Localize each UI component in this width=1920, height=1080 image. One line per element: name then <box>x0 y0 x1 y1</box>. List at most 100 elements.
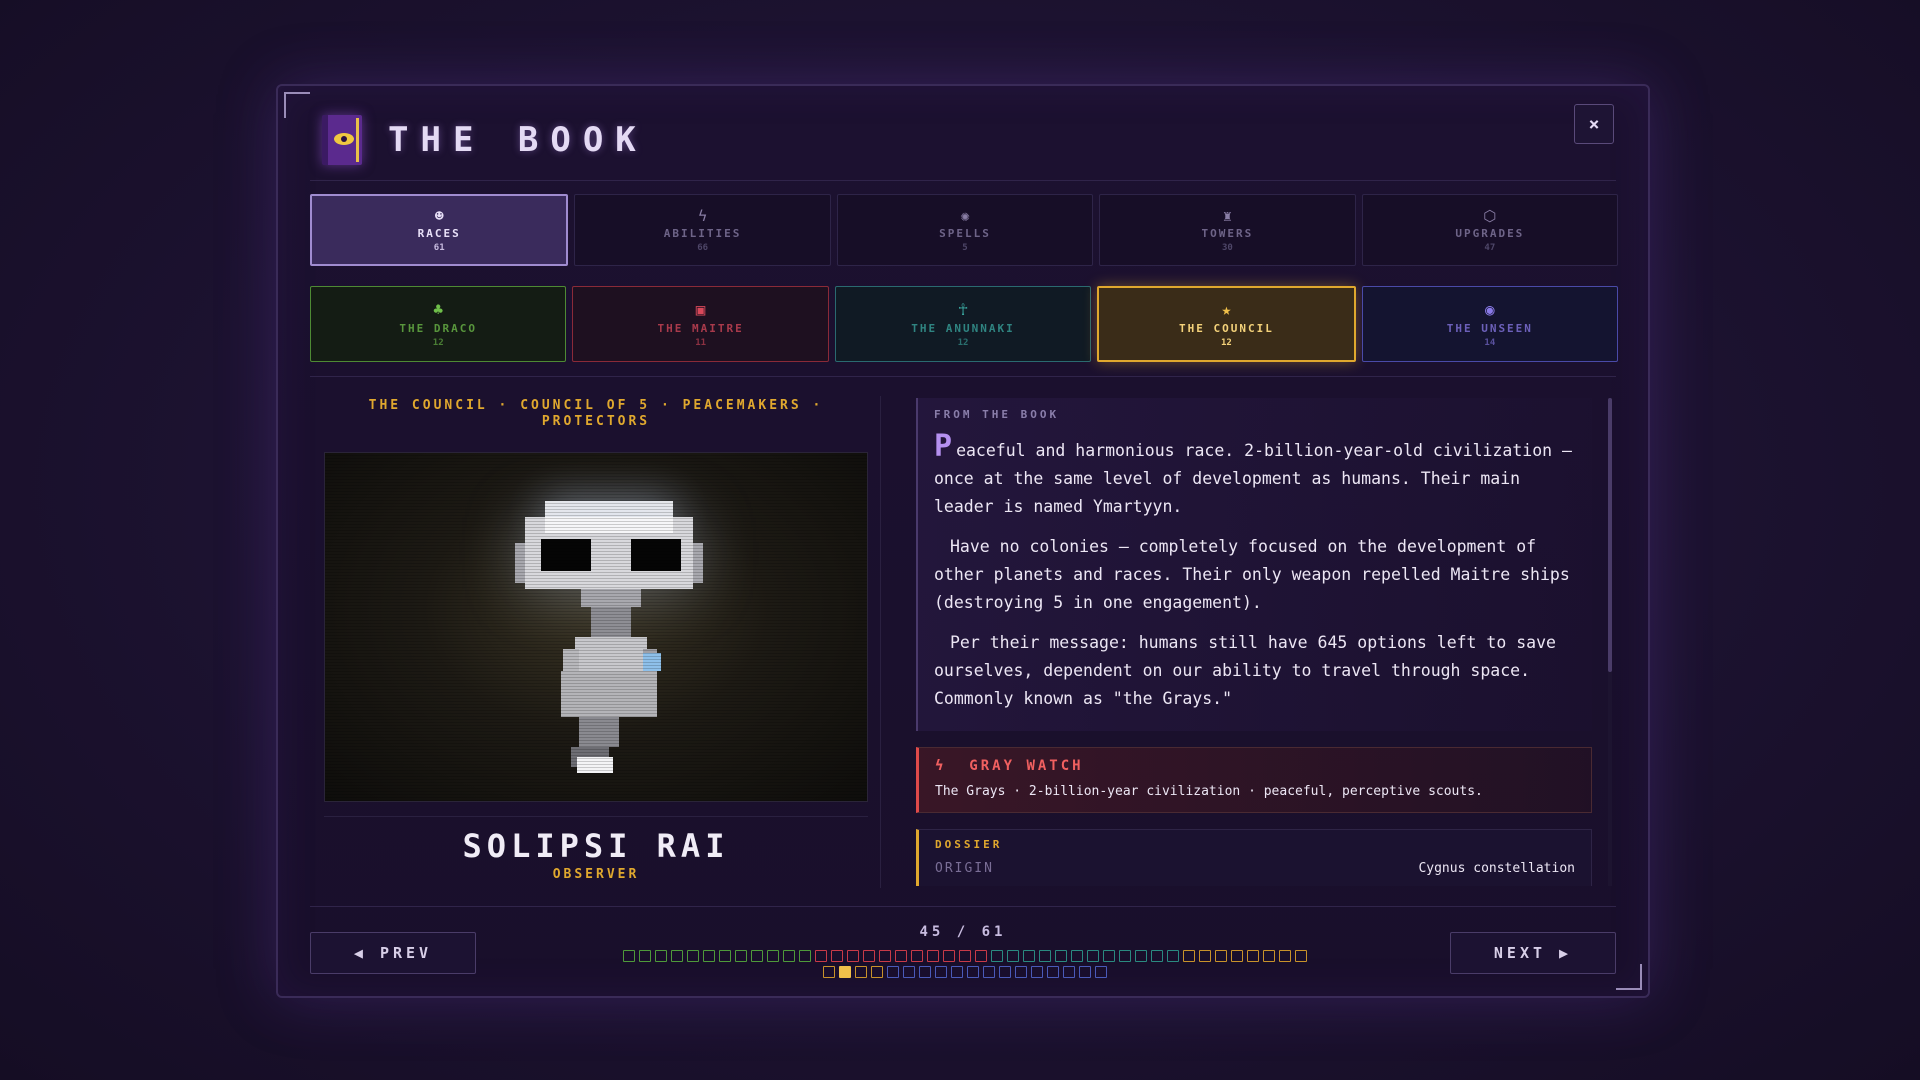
page-dot[interactable] <box>847 950 859 962</box>
book-modal: THE BOOK × ☻ RACES 61 ϟ ABILITIES 66 ✺ S… <box>276 84 1650 998</box>
page-dot[interactable] <box>927 950 939 962</box>
page-dot[interactable] <box>1263 950 1275 962</box>
page-dot[interactable] <box>959 950 971 962</box>
dossier-card: DOSSIER ORIGIN Cygnus constellation <box>916 829 1592 886</box>
page-dot[interactable] <box>1295 950 1307 962</box>
unseen-eye-icon: ◉ <box>1485 299 1495 319</box>
tab-label: SPELLS <box>939 226 991 240</box>
faction-council[interactable]: ★ THE COUNCIL 12 <box>1097 286 1356 362</box>
faction-count: 14 <box>1484 337 1496 348</box>
page-dot[interactable] <box>991 950 1003 962</box>
page-dot[interactable] <box>1015 966 1027 978</box>
page-dot[interactable] <box>1007 950 1019 962</box>
faction-label: THE MAITRE <box>657 321 744 335</box>
page-dot[interactable] <box>1055 950 1067 962</box>
next-button[interactable]: NEXT ▶ <box>1450 932 1616 974</box>
gem-icon: ⬡ <box>1483 206 1497 225</box>
page-dot[interactable] <box>1087 950 1099 962</box>
page-dot[interactable] <box>967 966 979 978</box>
page-dot[interactable] <box>879 950 891 962</box>
page-dot[interactable] <box>1063 966 1075 978</box>
page-dot[interactable] <box>999 966 1011 978</box>
page-dot[interactable] <box>1215 950 1227 962</box>
page-dot[interactable] <box>639 950 651 962</box>
dossier-value: Cygnus constellation <box>1418 861 1575 876</box>
details-panel[interactable]: FROM THE BOOK Peaceful and harmonious ra… <box>916 398 1592 886</box>
page-dot[interactable] <box>1135 950 1147 962</box>
faction-draco[interactable]: ♣ THE DRACO 12 <box>310 286 567 362</box>
faction-label: THE DRACO <box>399 321 477 335</box>
page-dot-current[interactable] <box>839 966 851 978</box>
faction-anunnaki[interactable]: ☥ THE ANUNNAKI 12 <box>834 286 1092 362</box>
page-dot[interactable] <box>767 950 779 962</box>
page-dot[interactable] <box>671 950 683 962</box>
page-dot[interactable] <box>1231 950 1243 962</box>
character-subtitle: THE COUNCIL · COUNCIL OF 5 · PEACEMAKERS… <box>368 398 824 429</box>
tab-upgrades[interactable]: ⬡ UPGRADES 47 <box>1361 194 1619 266</box>
page-dot[interactable] <box>975 950 987 962</box>
page-dot[interactable] <box>983 966 995 978</box>
tab-abilities[interactable]: ϟ ABILITIES 66 <box>574 194 831 266</box>
tab-label: UPGRADES <box>1455 226 1525 240</box>
page-dot[interactable] <box>655 950 667 962</box>
page-dot[interactable] <box>903 966 915 978</box>
tab-label: RACES <box>417 226 461 240</box>
faction-unseen[interactable]: ◉ THE UNSEEN 14 <box>1361 286 1619 362</box>
page-dot[interactable] <box>1247 950 1259 962</box>
page-dot[interactable] <box>1103 950 1115 962</box>
tab-count: 66 <box>697 242 709 253</box>
page-dot[interactable] <box>911 950 923 962</box>
page-dot[interactable] <box>703 950 715 962</box>
faction-maitre[interactable]: ▣ THE MAITRE 11 <box>572 286 829 362</box>
book-icon <box>322 115 362 165</box>
page-dot[interactable] <box>919 966 931 978</box>
character-portrait <box>324 452 868 802</box>
tab-races[interactable]: ☻ RACES 61 <box>310 194 569 266</box>
ability-heading: ϟ GRAY WATCH <box>935 758 1575 774</box>
scrollbar-thumb[interactable] <box>1608 398 1612 672</box>
page-dot[interactable] <box>1199 950 1211 962</box>
page-dot[interactable] <box>1183 950 1195 962</box>
page-dot[interactable] <box>1039 950 1051 962</box>
page-dot[interactable] <box>943 950 955 962</box>
dossier-key: ORIGIN <box>935 861 994 876</box>
page-dot[interactable] <box>1071 950 1083 962</box>
page-dot[interactable] <box>719 950 731 962</box>
page-dot[interactable] <box>871 966 883 978</box>
page-dot[interactable] <box>863 950 875 962</box>
faction-count: 12 <box>1221 337 1232 348</box>
page-dot[interactable] <box>1079 966 1091 978</box>
page-dot[interactable] <box>735 950 747 962</box>
character-role: OBSERVER <box>552 867 640 882</box>
page-dot[interactable] <box>815 950 827 962</box>
header-divider <box>310 180 1616 181</box>
page-dot[interactable] <box>895 950 907 962</box>
page-dot[interactable] <box>831 950 843 962</box>
corner-decoration <box>284 92 310 118</box>
page-dot[interactable] <box>1095 966 1107 978</box>
page-dot[interactable] <box>887 966 899 978</box>
page-dot[interactable] <box>1279 950 1291 962</box>
page-dot[interactable] <box>799 950 811 962</box>
page-dot[interactable] <box>1047 966 1059 978</box>
name-divider <box>324 816 868 817</box>
character-panel: THE COUNCIL · COUNCIL OF 5 · PEACEMAKERS… <box>324 398 868 882</box>
ability-name: GRAY WATCH <box>969 758 1084 774</box>
close-button[interactable]: × <box>1574 104 1614 144</box>
faction-label: THE COUNCIL <box>1178 321 1274 335</box>
page-dot[interactable] <box>751 950 763 962</box>
page-dot[interactable] <box>783 950 795 962</box>
page-dot[interactable] <box>1023 950 1035 962</box>
tab-towers[interactable]: ♜ TOWERS 30 <box>1099 194 1356 266</box>
page-dot[interactable] <box>951 966 963 978</box>
page-dot[interactable] <box>823 966 835 978</box>
tab-spells[interactable]: ✺ SPELLS 5 <box>836 194 1094 266</box>
page-dot[interactable] <box>855 966 867 978</box>
page-dot[interactable] <box>935 966 947 978</box>
page-dot[interactable] <box>623 950 635 962</box>
page-dot[interactable] <box>1151 950 1163 962</box>
page-dot[interactable] <box>687 950 699 962</box>
page-dot[interactable] <box>1031 966 1043 978</box>
page-dot[interactable] <box>1167 950 1179 962</box>
page-dot[interactable] <box>1119 950 1131 962</box>
